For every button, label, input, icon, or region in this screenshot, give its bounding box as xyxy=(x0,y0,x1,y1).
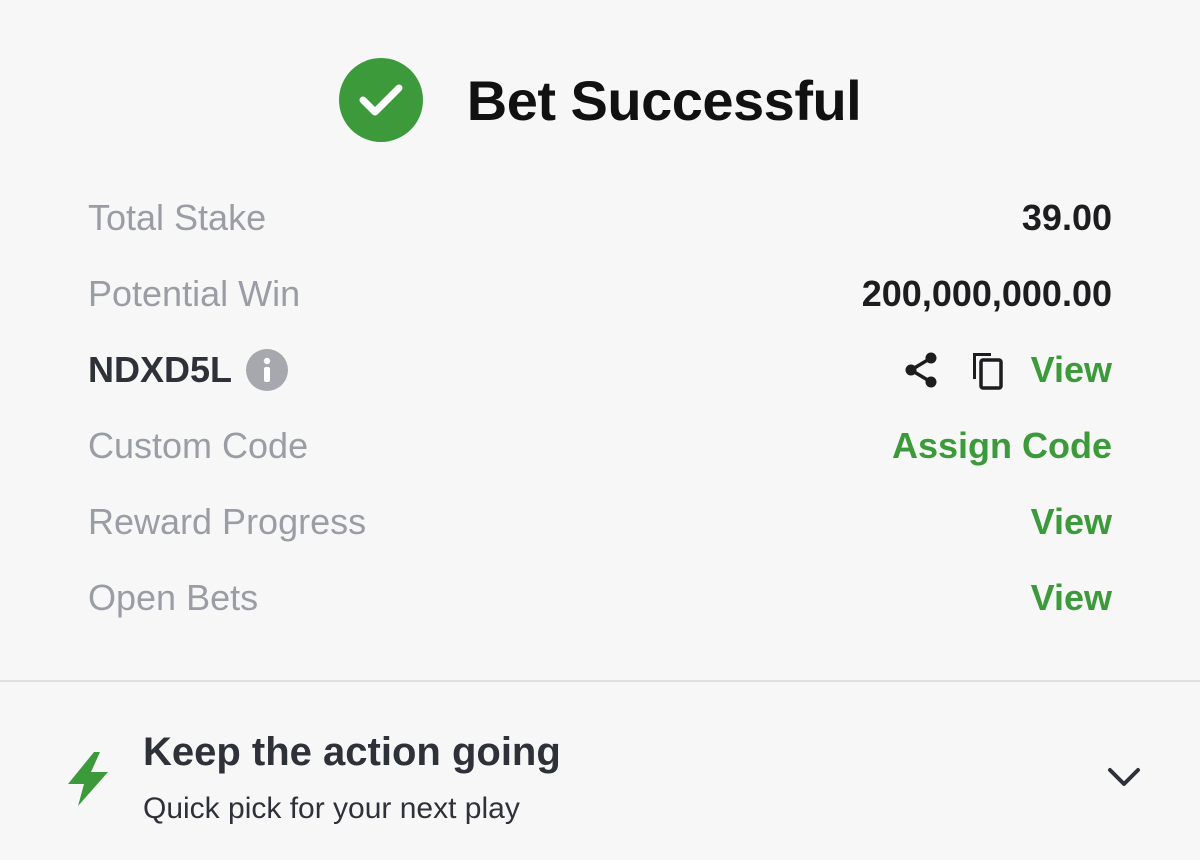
total-stake-row: Total Stake 39.00 xyxy=(88,180,1112,256)
view-reward-progress-link[interactable]: View xyxy=(1031,501,1112,543)
booking-code-row: NDXD5L View xyxy=(88,332,1112,408)
chevron-down-icon[interactable] xyxy=(1102,758,1146,798)
potential-win-value: 200,000,000.00 xyxy=(861,273,1112,314)
lightning-bolt-icon xyxy=(68,752,108,806)
total-stake-value: 39.00 xyxy=(1021,197,1112,238)
booking-code-actions: View xyxy=(899,348,1112,392)
view-open-bets-link[interactable]: View xyxy=(1031,577,1112,619)
info-icon[interactable] xyxy=(246,349,289,391)
section-divider xyxy=(0,680,1200,682)
promo-subtitle: Quick pick for your next play xyxy=(143,792,520,825)
total-stake-label: Total Stake xyxy=(88,197,267,238)
bet-success-header: Bet Successful xyxy=(0,58,1200,142)
custom-code-label: Custom Code xyxy=(88,425,309,466)
bet-summary: Total Stake 39.00 Potential Win 200,000,… xyxy=(88,180,1112,636)
custom-code-row: Custom Code Assign Code xyxy=(88,408,1112,484)
share-icon[interactable] xyxy=(899,348,943,392)
page-title: Bet Successful xyxy=(466,68,862,132)
promo-title: Keep the action going xyxy=(143,730,561,774)
open-bets-label: Open Bets xyxy=(88,577,259,618)
reward-progress-row: Reward Progress View xyxy=(88,484,1112,560)
reward-progress-label: Reward Progress xyxy=(88,501,367,542)
potential-win-row: Potential Win 200,000,000.00 xyxy=(88,256,1112,332)
booking-code: NDXD5L xyxy=(88,349,289,391)
open-bets-row: Open Bets View xyxy=(88,560,1112,636)
copy-icon[interactable] xyxy=(965,348,1009,392)
booking-code-label: NDXD5L xyxy=(88,349,233,390)
assign-code-link[interactable]: Assign Code xyxy=(892,425,1112,467)
check-circle-icon xyxy=(338,58,423,142)
view-booking-link[interactable]: View xyxy=(1031,349,1112,391)
potential-win-label: Potential Win xyxy=(88,273,301,314)
